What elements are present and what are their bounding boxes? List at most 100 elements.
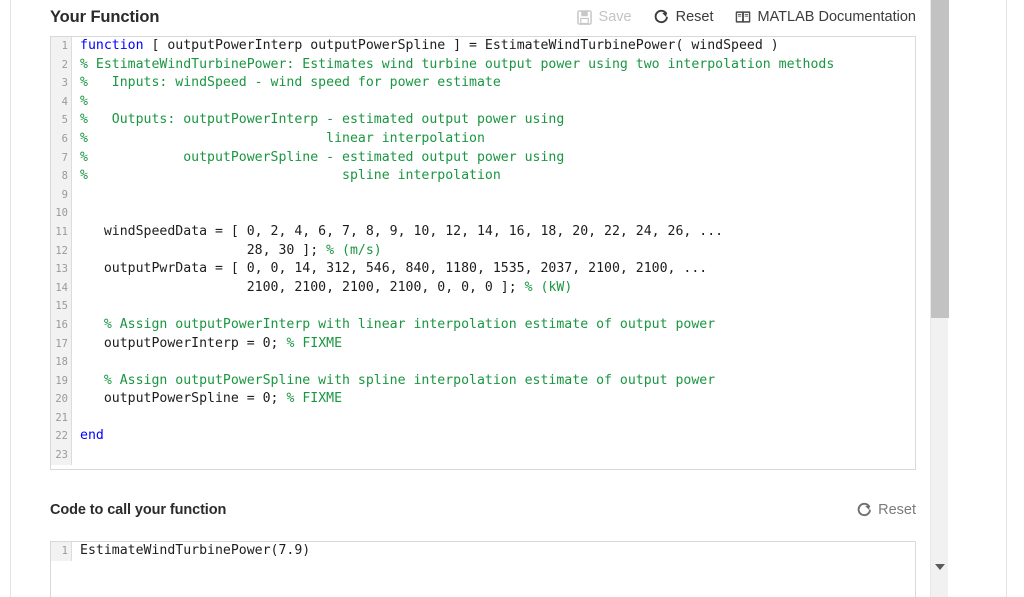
code-text[interactable]: end: [72, 427, 915, 446]
line-number: 5: [51, 111, 72, 130]
line-number: 14: [51, 279, 72, 298]
code-line[interactable]: 10: [51, 204, 915, 223]
line-number: 7: [51, 149, 72, 168]
code-text[interactable]: % Inputs: windSpeed - wind speed for pow…: [72, 74, 915, 93]
code-text[interactable]: 28, 30 ]; % (m/s): [72, 242, 915, 261]
code-line[interactable]: 1EstimateWindTurbinePower(7.9): [51, 542, 915, 561]
floppy-disk-icon: [576, 9, 593, 26]
code-text[interactable]: % outputPowerSpline - estimated output p…: [72, 149, 915, 168]
code-line[interactable]: 22end: [51, 427, 915, 446]
code-text[interactable]: outputPowerInterp = 0; % FIXME: [72, 335, 915, 354]
code-line[interactable]: 18: [51, 353, 915, 372]
code-line[interactable]: 7% outputPowerSpline - estimated output …: [51, 149, 915, 168]
code-line[interactable]: 9: [51, 186, 915, 205]
call-section-header: Code to call your function Reset: [50, 493, 916, 527]
code-text[interactable]: [72, 204, 915, 223]
code-line[interactable]: 8% spline interpolation: [51, 167, 915, 186]
call-code-lines[interactable]: 1EstimateWindTurbinePower(7.9): [51, 542, 915, 597]
code-text[interactable]: 2100, 2100, 2100, 2100, 0, 0, 0 ]; % (kW…: [72, 279, 915, 298]
function-section-header: Your Function Save: [50, 0, 916, 34]
code-line[interactable]: 20 outputPowerSpline = 0; % FIXME: [51, 390, 915, 409]
code-text[interactable]: [72, 297, 915, 316]
refresh-circular-arrow-icon: [855, 502, 872, 519]
code-line[interactable]: 2% EstimateWindTurbinePower: Estimates w…: [51, 56, 915, 75]
code-text[interactable]: windSpeedData = [ 0, 2, 4, 6, 7, 8, 9, 1…: [72, 223, 915, 242]
code-text[interactable]: [72, 353, 915, 372]
code-text[interactable]: outputPowerSpline = 0; % FIXME: [72, 390, 915, 409]
code-text[interactable]: % spline interpolation: [72, 167, 915, 186]
code-text[interactable]: % Assign outputPowerSpline with spline i…: [72, 372, 915, 391]
right-divider: [1006, 0, 1007, 597]
line-number: 4: [51, 93, 72, 112]
code-line[interactable]: 15: [51, 297, 915, 316]
line-number: 16: [51, 316, 72, 335]
code-line[interactable]: 16 % Assign outputPowerInterp with linea…: [51, 316, 915, 335]
line-number: 20: [51, 390, 72, 409]
line-number: 8: [51, 167, 72, 186]
code-line[interactable]: 14 2100, 2100, 2100, 2100, 0, 0, 0 ]; % …: [51, 279, 915, 298]
line-number: 1: [51, 37, 72, 56]
code-line[interactable]: 13 outputPwrData = [ 0, 0, 14, 312, 546,…: [51, 260, 915, 279]
call-section-title: Code to call your function: [50, 502, 226, 518]
code-line[interactable]: 12 28, 30 ]; % (m/s): [51, 242, 915, 261]
line-number: 23: [51, 446, 72, 465]
code-line[interactable]: 6% linear interpolation: [51, 130, 915, 149]
scrollbar-thumb[interactable]: [931, 0, 949, 318]
line-number: 22: [51, 427, 72, 446]
line-number: 12: [51, 242, 72, 261]
code-text[interactable]: outputPwrData = [ 0, 0, 14, 312, 546, 84…: [72, 260, 915, 279]
page-root: Your Function Save: [0, 0, 1024, 597]
scroll-down-button[interactable]: [931, 559, 949, 575]
code-line[interactable]: 1function [ outputPowerInterp outputPowe…: [51, 37, 915, 56]
code-text[interactable]: % Assign outputPowerInterp with linear i…: [72, 316, 915, 335]
line-number: 13: [51, 260, 72, 279]
code-line[interactable]: 17 outputPowerInterp = 0; % FIXME: [51, 335, 915, 354]
code-text[interactable]: [72, 446, 915, 465]
code-text[interactable]: % linear interpolation: [72, 130, 915, 149]
reset-function-label: Reset: [676, 9, 714, 25]
code-text[interactable]: [72, 186, 915, 205]
line-number: 10: [51, 204, 72, 223]
line-number: 15: [51, 297, 72, 316]
line-number: 9: [51, 186, 72, 205]
line-number: 3: [51, 74, 72, 93]
function-toolbar: Save Reset: [576, 9, 916, 26]
vertical-scrollbar[interactable]: [930, 0, 948, 597]
refresh-circular-arrow-icon: [653, 9, 670, 26]
code-line[interactable]: 11 windSpeedData = [ 0, 2, 4, 6, 7, 8, 9…: [51, 223, 915, 242]
code-line[interactable]: 23: [51, 446, 915, 465]
function-code-editor[interactable]: 1function [ outputPowerInterp outputPowe…: [50, 36, 916, 470]
code-text[interactable]: %: [72, 93, 915, 112]
line-number: 1: [51, 542, 72, 561]
reset-call-button[interactable]: Reset: [855, 502, 916, 519]
code-text[interactable]: % EstimateWindTurbinePower: Estimates wi…: [72, 56, 915, 75]
content-column: Your Function Save: [11, 0, 930, 597]
reset-function-button[interactable]: Reset: [653, 9, 714, 26]
call-code-editor[interactable]: 1EstimateWindTurbinePower(7.9): [50, 541, 916, 597]
page-title: Your Function: [50, 8, 159, 27]
call-toolbar: Reset: [855, 502, 916, 519]
line-number: 19: [51, 372, 72, 391]
code-text[interactable]: % Outputs: outputPowerInterp - estimated…: [72, 111, 915, 130]
line-number: 11: [51, 223, 72, 242]
code-text[interactable]: [72, 409, 915, 428]
matlab-documentation-link[interactable]: MATLAB Documentation: [735, 9, 917, 26]
reset-call-label: Reset: [878, 502, 916, 518]
code-line[interactable]: 19 % Assign outputPowerSpline with splin…: [51, 372, 915, 391]
code-line[interactable]: 4%: [51, 93, 915, 112]
code-line[interactable]: 21: [51, 409, 915, 428]
matlab-documentation-label: MATLAB Documentation: [758, 9, 917, 25]
code-text[interactable]: function [ outputPowerInterp outputPower…: [72, 37, 915, 56]
line-number: 2: [51, 56, 72, 75]
open-book-icon: [735, 9, 752, 26]
triangle-down-icon: [935, 564, 945, 570]
line-number: 6: [51, 130, 72, 149]
line-number: 18: [51, 353, 72, 372]
code-line[interactable]: 5% Outputs: outputPowerInterp - estimate…: [51, 111, 915, 130]
save-button[interactable]: Save: [576, 9, 632, 26]
code-text[interactable]: EstimateWindTurbinePower(7.9): [72, 542, 915, 561]
line-number: 17: [51, 335, 72, 354]
function-code-lines[interactable]: 1function [ outputPowerInterp outputPowe…: [51, 37, 915, 469]
line-number: 21: [51, 409, 72, 428]
code-line[interactable]: 3% Inputs: windSpeed - wind speed for po…: [51, 74, 915, 93]
